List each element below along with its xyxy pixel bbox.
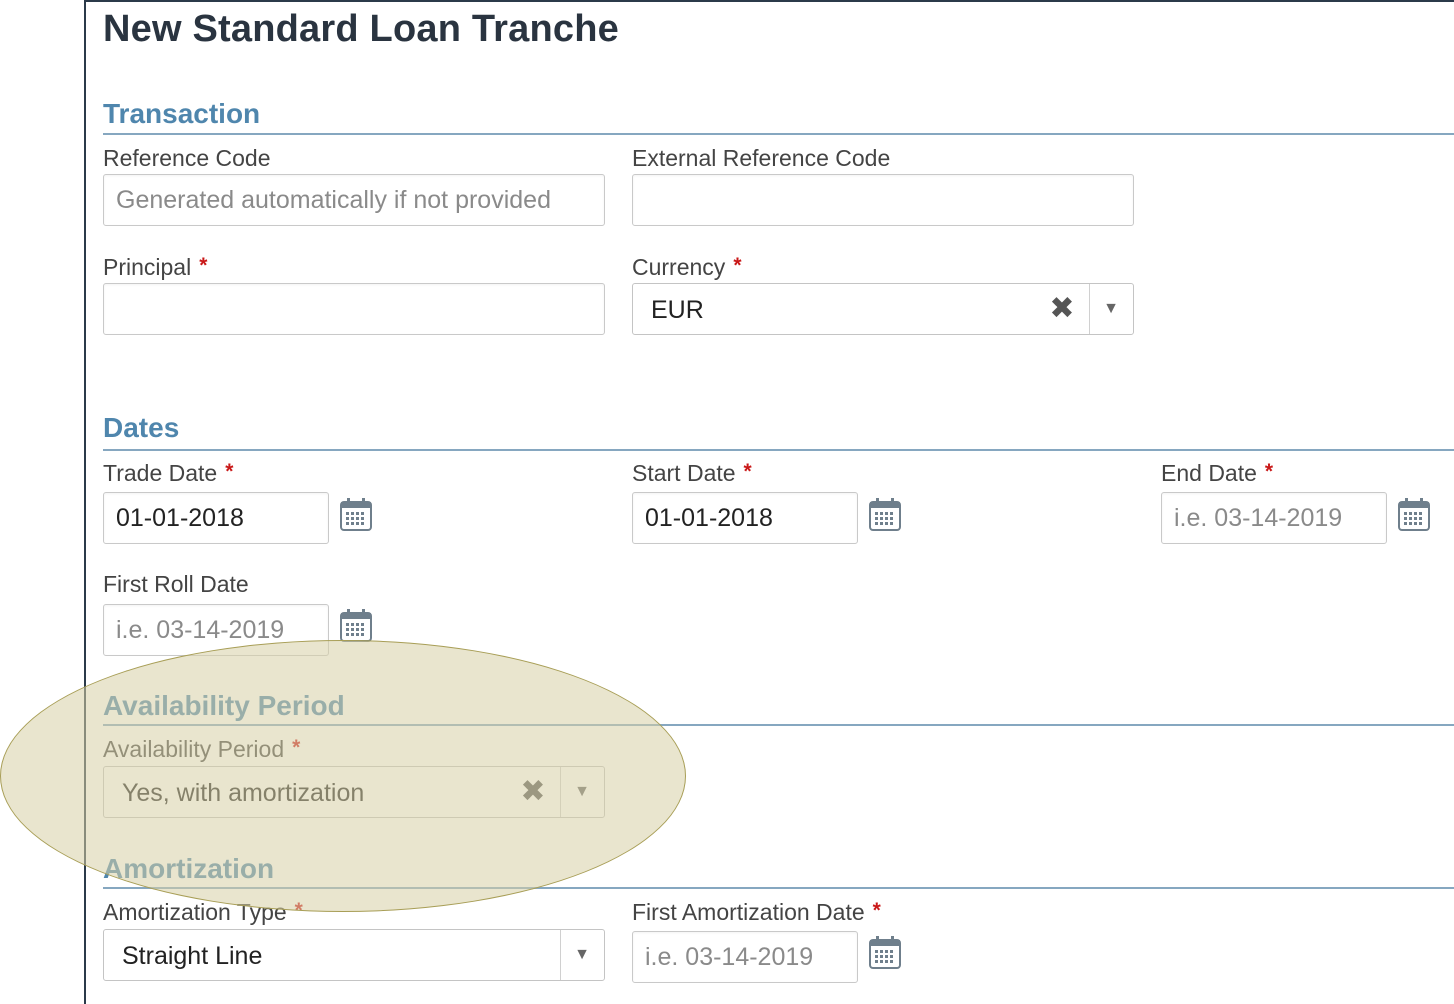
amortization-type-select[interactable]: Straight Line ▼: [103, 929, 605, 981]
section-title-amortization: Amortization: [103, 853, 275, 884]
reference-code-label: Reference Code: [103, 145, 271, 171]
currency-label: Currency *: [632, 254, 742, 280]
end-date-label: End Date *: [1161, 460, 1274, 486]
section-divider: [103, 724, 1454, 726]
first-roll-date-input[interactable]: [103, 604, 329, 656]
required-marker: *: [294, 899, 303, 922]
start-date-input[interactable]: [632, 492, 858, 544]
section-divider: [103, 449, 1454, 451]
start-date-label: Start Date *: [632, 460, 752, 486]
close-icon[interactable]: ✖: [518, 777, 548, 807]
calendar-icon[interactable]: [1397, 496, 1431, 532]
required-marker: *: [292, 736, 301, 759]
required-marker: *: [1264, 460, 1274, 483]
calendar-icon[interactable]: [868, 934, 902, 970]
required-marker: *: [743, 460, 752, 483]
section-title-transaction: Transaction: [103, 98, 261, 129]
required-marker: *: [199, 254, 208, 277]
section-divider: [103, 887, 1454, 889]
principal-input[interactable]: [103, 283, 605, 335]
required-marker: *: [225, 460, 234, 483]
availability-period-select[interactable]: Yes, with amortization ✖ ▼: [103, 766, 605, 818]
first-amortization-date-input[interactable]: [632, 931, 858, 983]
calendar-icon[interactable]: [868, 496, 902, 532]
chevron-down-icon[interactable]: ▼: [561, 767, 603, 817]
section-divider: [103, 133, 1454, 135]
currency-value: EUR: [651, 296, 704, 324]
required-marker: *: [872, 899, 881, 922]
close-icon[interactable]: ✖: [1047, 294, 1077, 324]
section-title-dates: Dates: [103, 412, 180, 443]
section-title-availability-period: Availability Period: [103, 690, 345, 721]
amortization-type-label: Amortization Type *: [103, 899, 303, 925]
amortization-type-value: Straight Line: [122, 942, 263, 970]
end-date-input[interactable]: [1161, 492, 1387, 544]
availability-period-label: Availability Period *: [103, 736, 301, 762]
first-amortization-date-label: First Amortization Date *: [632, 899, 881, 925]
calendar-icon[interactable]: [339, 496, 373, 532]
chevron-down-icon[interactable]: ▼: [1090, 284, 1132, 334]
currency-select[interactable]: EUR ✖ ▼: [632, 283, 1134, 335]
reference-code-input[interactable]: [103, 174, 605, 226]
calendar-icon[interactable]: [339, 607, 373, 643]
page-title: New Standard Loan Tranche: [103, 8, 619, 50]
chevron-down-icon[interactable]: ▼: [561, 930, 603, 980]
required-marker: *: [733, 254, 742, 277]
availability-period-value: Yes, with amortization: [122, 779, 365, 807]
first-roll-date-label: First Roll Date: [103, 571, 249, 597]
external-reference-code-label: External Reference Code: [632, 145, 891, 171]
principal-label: Principal *: [103, 254, 208, 280]
trade-date-input[interactable]: [103, 492, 329, 544]
trade-date-label: Trade Date *: [103, 460, 234, 486]
external-reference-code-input[interactable]: [632, 174, 1134, 226]
